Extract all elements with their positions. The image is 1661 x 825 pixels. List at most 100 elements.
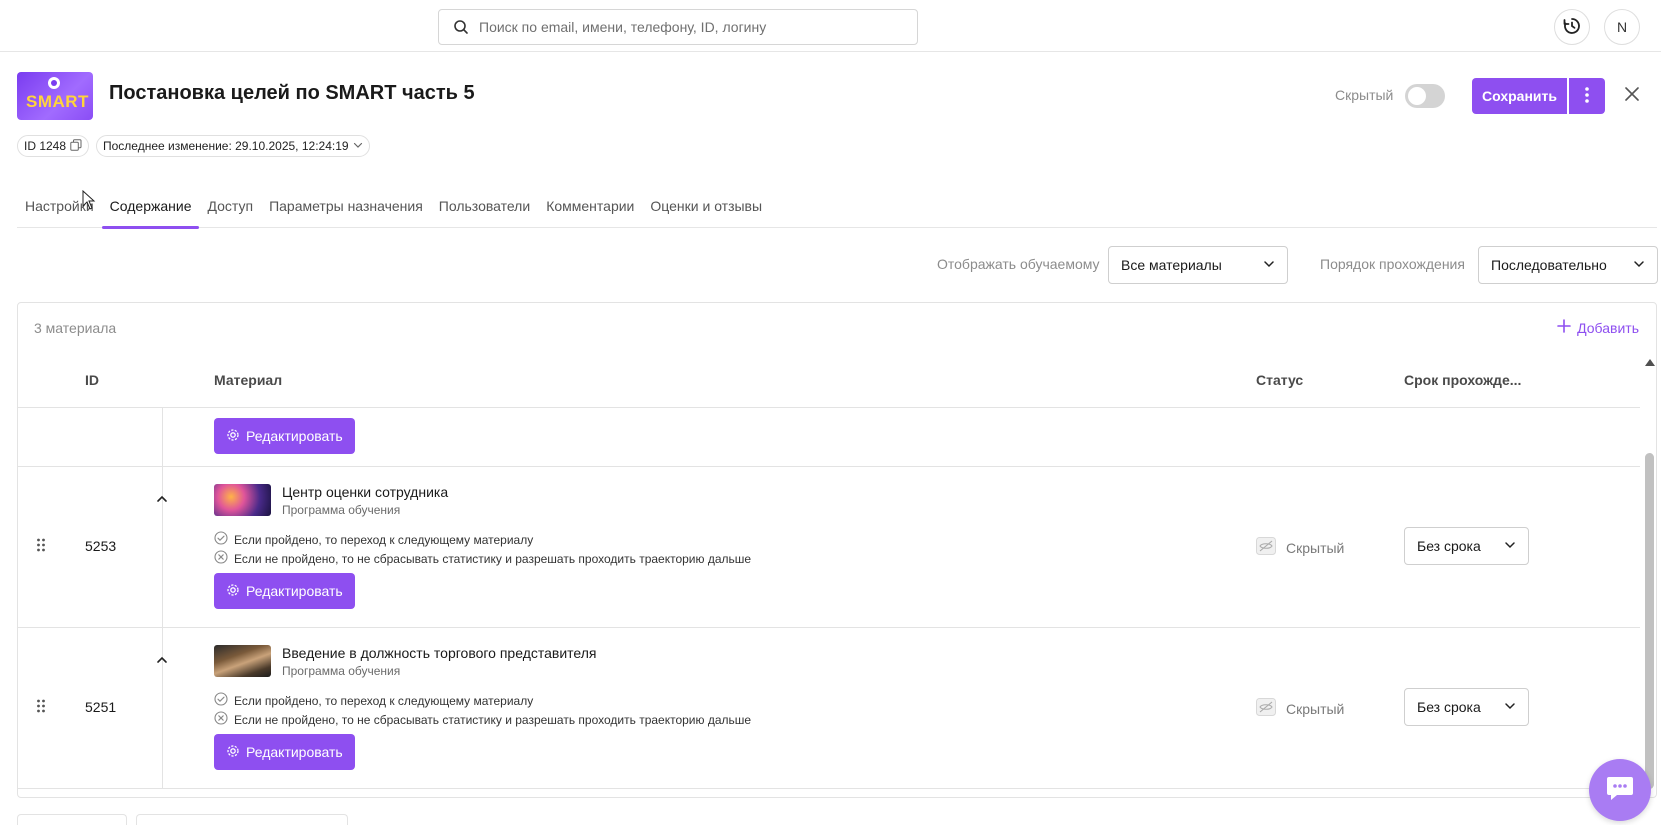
material-thumbnail bbox=[214, 484, 271, 516]
material-title[interactable]: Центр оценки сотрудника bbox=[282, 484, 448, 500]
more-options-button[interactable] bbox=[1569, 78, 1605, 114]
edit-button-label: Редактировать bbox=[246, 583, 343, 599]
tab-users[interactable]: Пользователи bbox=[431, 186, 538, 228]
last-change-text: Последнее изменение: 29.10.2025, 12:24:1… bbox=[103, 139, 349, 153]
last-change-chip[interactable]: Последнее изменение: 29.10.2025, 12:24:1… bbox=[96, 135, 370, 157]
edit-button[interactable]: Редактировать bbox=[214, 418, 355, 454]
condition-passed-text: Если пройдено, то переход к следующему м… bbox=[234, 532, 534, 547]
materials-count: 3 материала bbox=[34, 320, 117, 336]
hidden-eye-icon bbox=[1256, 537, 1276, 558]
id-chip[interactable]: ID 1248 bbox=[17, 135, 90, 157]
plus-icon bbox=[1557, 319, 1571, 336]
edit-button-label: Редактировать bbox=[246, 744, 343, 760]
column-id: ID bbox=[85, 372, 99, 388]
condition-failed-text: Если не пройдено, то не сбрасывать стати… bbox=[234, 712, 752, 727]
check-circle-icon bbox=[214, 531, 228, 548]
edit-button[interactable]: Редактировать bbox=[214, 734, 355, 770]
materials-card: 3 материала Добавить ID Материал Статус … bbox=[17, 302, 1657, 798]
column-status: Статус bbox=[1256, 372, 1304, 388]
close-button[interactable] bbox=[1620, 84, 1644, 108]
collapse-chevron-icon[interactable] bbox=[154, 652, 170, 668]
status-badge: Скрытый bbox=[1256, 698, 1344, 719]
search-icon bbox=[453, 19, 469, 35]
add-material-button[interactable]: Добавить bbox=[1557, 319, 1639, 336]
pagination[interactable] bbox=[17, 814, 127, 825]
course-logo: SMART bbox=[17, 72, 93, 120]
gear-icon bbox=[226, 428, 240, 445]
table-row: 5253 Центр оценки сотрудника Программа о… bbox=[18, 467, 1640, 628]
condition-failed: Если не пройдено, то не сбрасывать стати… bbox=[214, 711, 751, 728]
hidden-eye-icon bbox=[1256, 698, 1276, 719]
tab-content[interactable]: Содержание bbox=[101, 186, 200, 229]
x-circle-icon bbox=[214, 550, 228, 567]
gear-icon bbox=[226, 744, 240, 761]
drag-handle-icon[interactable] bbox=[35, 698, 47, 714]
material-id: 5251 bbox=[85, 699, 117, 715]
table-header: ID Материал Статус Срок прохожде... bbox=[18, 353, 1640, 408]
condition-passed-text: Если пройдено, то переход к следующему м… bbox=[234, 693, 534, 708]
logo-text: SMART bbox=[26, 92, 89, 111]
search-box[interactable] bbox=[438, 9, 918, 45]
condition-failed-text: Если не пройдено, то не сбрасывать стати… bbox=[234, 551, 752, 566]
column-material: Материал bbox=[214, 372, 283, 388]
order-filter-select[interactable]: Последовательно bbox=[1478, 246, 1658, 284]
tab-bar: Настройки Содержание Доступ Параметры на… bbox=[17, 186, 1657, 229]
user-avatar[interactable]: N bbox=[1604, 9, 1640, 45]
hidden-toggle-label: Скрытый bbox=[1335, 87, 1394, 103]
scroll-up-arrow-icon[interactable] bbox=[1644, 357, 1656, 367]
copy-icon[interactable] bbox=[70, 138, 82, 154]
tab-access[interactable]: Доступ bbox=[199, 186, 261, 228]
material-type: Программа обучения bbox=[282, 664, 401, 678]
id-chip-text: ID 1248 bbox=[24, 139, 67, 153]
chevron-down-icon bbox=[1633, 257, 1645, 273]
column-due: Срок прохожде... bbox=[1404, 372, 1522, 388]
material-id: 5253 bbox=[85, 538, 117, 554]
display-filter-label: Отображать обучаемому bbox=[937, 256, 1100, 272]
tab-comments[interactable]: Комментарии bbox=[538, 186, 642, 228]
table-scrollbar[interactable] bbox=[1641, 353, 1656, 797]
status-text: Скрытый bbox=[1286, 700, 1345, 717]
tab-assignment-params[interactable]: Параметры назначения bbox=[261, 186, 431, 228]
display-filter-select[interactable]: Все материалы bbox=[1108, 246, 1288, 284]
page-size-select[interactable] bbox=[136, 814, 348, 825]
chevron-down-icon bbox=[353, 139, 363, 153]
due-select[interactable]: Без срока bbox=[1404, 527, 1529, 565]
x-circle-icon bbox=[214, 711, 228, 728]
status-badge: Скрытый bbox=[1256, 537, 1344, 558]
mouse-cursor-icon bbox=[82, 190, 96, 210]
gear-icon bbox=[226, 583, 240, 600]
condition-passed: Если пройдено, то переход к следующему м… bbox=[214, 531, 533, 548]
table-row: Редактировать bbox=[18, 408, 1640, 467]
chat-icon bbox=[1605, 774, 1635, 807]
status-text: Скрытый bbox=[1286, 539, 1345, 556]
add-material-label: Добавить bbox=[1577, 319, 1639, 336]
material-title[interactable]: Введение в должность торгового представи… bbox=[282, 645, 597, 661]
drag-handle-icon[interactable] bbox=[35, 537, 47, 553]
display-filter-value: Все материалы bbox=[1121, 257, 1222, 273]
condition-failed: Если не пройдено, то не сбрасывать стати… bbox=[214, 550, 751, 567]
condition-passed: Если пройдено, то переход к следующему м… bbox=[214, 692, 533, 709]
scroll-thumb[interactable] bbox=[1645, 453, 1654, 789]
material-thumbnail bbox=[214, 645, 271, 677]
search-input[interactable] bbox=[479, 19, 899, 35]
avatar-initial: N bbox=[1616, 19, 1628, 35]
tab-reviews[interactable]: Оценки и отзывы bbox=[642, 186, 770, 228]
chevron-down-icon bbox=[1504, 538, 1516, 554]
close-icon bbox=[1625, 86, 1639, 106]
save-button[interactable]: Сохранить bbox=[1472, 78, 1567, 114]
due-select[interactable]: Без срока bbox=[1404, 688, 1529, 726]
collapse-chevron-icon[interactable] bbox=[154, 491, 170, 507]
chat-button[interactable] bbox=[1589, 759, 1651, 821]
top-bar: N bbox=[0, 0, 1661, 52]
kebab-icon bbox=[1585, 86, 1589, 106]
due-value: Без срока bbox=[1417, 699, 1481, 715]
history-button[interactable] bbox=[1554, 9, 1590, 45]
table-row: 5251 Введение в должность торгового пред… bbox=[18, 628, 1640, 789]
page-title: Постановка целей по SMART часть 5 bbox=[109, 82, 475, 104]
chevron-down-icon bbox=[1263, 257, 1275, 273]
material-type: Программа обучения bbox=[282, 503, 401, 517]
hidden-toggle[interactable] bbox=[1405, 84, 1445, 108]
edit-button[interactable]: Редактировать bbox=[214, 573, 355, 609]
chevron-down-icon bbox=[1504, 699, 1516, 715]
due-value: Без срока bbox=[1417, 538, 1481, 554]
